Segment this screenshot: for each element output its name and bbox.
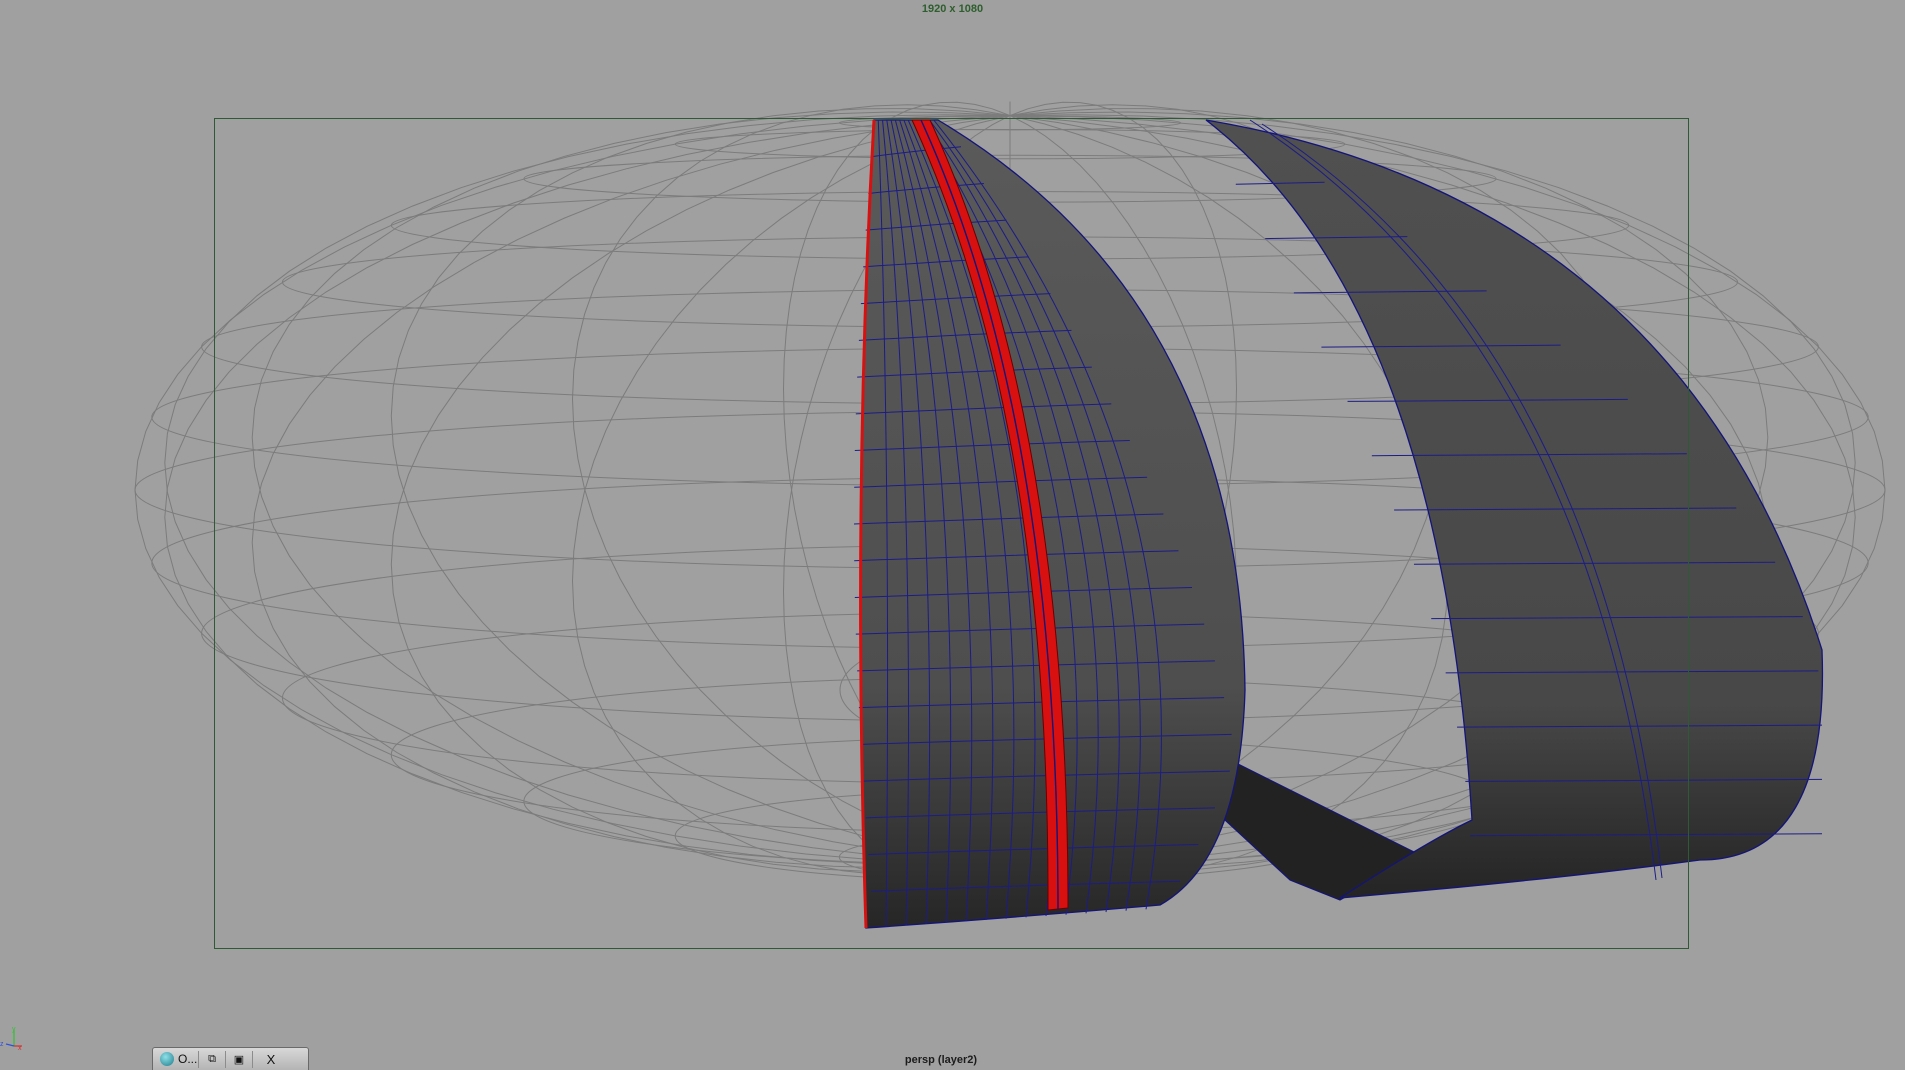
minimized-window-bar[interactable]: O... ⧉ ▣ X — [152, 1047, 309, 1070]
shell-object-left[interactable] — [853, 119, 1246, 929]
restore-icon[interactable]: ⧉ — [198, 1050, 225, 1068]
close-icon[interactable]: X — [252, 1050, 289, 1068]
maya-app-icon[interactable] — [160, 1052, 174, 1066]
perspective-viewport[interactable] — [0, 0, 1905, 1070]
resolution-label: 1920 x 1080 — [921, 3, 984, 15]
axis-z-line — [5, 1043, 15, 1047]
axis-gizmo: x y z — [0, 1026, 22, 1050]
shell-object-right[interactable] — [1205, 119, 1824, 901]
axis-y-label: y — [12, 1026, 16, 1033]
axis-x-label: x — [18, 1045, 22, 1050]
axis-z-label: z — [0, 1041, 4, 1048]
maximize-icon[interactable]: ▣ — [225, 1050, 252, 1068]
minimized-window-title[interactable]: O... — [178, 1052, 198, 1066]
